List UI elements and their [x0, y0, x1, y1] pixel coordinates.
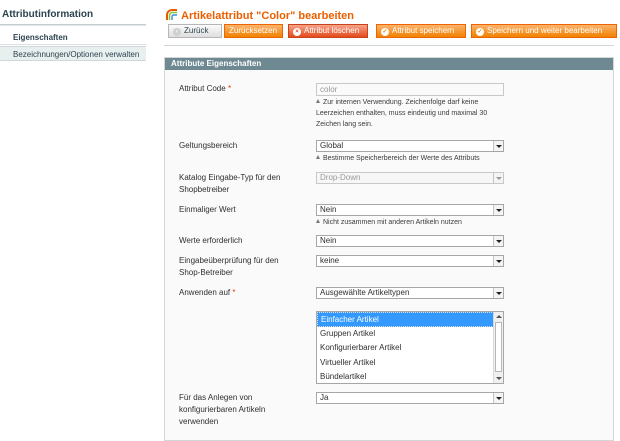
scroll-down-icon[interactable] — [496, 377, 502, 380]
apply-to-label: Anwenden auf * — [179, 287, 299, 299]
header-divider — [164, 45, 614, 46]
scope-label: Geltungsbereich — [179, 141, 238, 150]
input-type-select-value: Drop-Down — [320, 173, 361, 182]
configurable-select[interactable]: Ja — [316, 392, 504, 404]
required-select[interactable]: Nein — [316, 235, 504, 247]
attribute-code-note-text: Zur internen Verwendung. Zeichenfolge da… — [316, 99, 488, 128]
chevron-down-icon — [493, 173, 503, 183]
sidebar-item-bezeichnungen[interactable]: Bezeichnungen/Optionen verwalten — [0, 46, 146, 61]
attribute-properties-fieldset: Attribute Eigenschaften Attribut Code * … — [164, 57, 614, 441]
product-type-option[interactable]: Bündelartikel — [317, 370, 494, 385]
validation-label: Eingabeüberprüfung für den Shop-Betreibe… — [179, 256, 279, 277]
back-button-label: Zurück — [184, 26, 209, 35]
fieldset-title: Attribute Eigenschaften — [165, 58, 613, 70]
validation-select[interactable]: keine — [316, 255, 504, 267]
chevron-down-icon — [493, 141, 503, 151]
save-button-label: Attribut speichern — [392, 26, 455, 35]
save-continue-button[interactable]: ✓ Speichern und weiter bearbeiten — [471, 24, 617, 38]
input-type-select[interactable]: Drop-Down — [316, 172, 504, 184]
delete-icon: × — [293, 28, 301, 36]
unique-note: Nicht zusammen mit anderen Artikeln nutz… — [316, 217, 511, 228]
unique-note-text: Nicht zusammen mit anderen Artikeln nutz… — [323, 219, 462, 226]
required-select-value: Nein — [320, 236, 337, 245]
save-attribute-button[interactable]: ✓ Attribut speichern — [376, 24, 466, 38]
scope-note-text: Bestimme Speicherbereich der Werte des A… — [323, 155, 480, 162]
attribute-code-input[interactable] — [316, 83, 504, 96]
chevron-down-icon — [493, 236, 503, 246]
configurable-select-value: Ja — [320, 393, 329, 402]
product-type-option[interactable]: Konfigurierbarer Artikel — [317, 341, 494, 356]
attribute-icon — [166, 9, 177, 20]
sidebar-title: Attributinformation — [2, 9, 94, 20]
unique-label: Einmaliger Wert — [179, 205, 236, 214]
sidebar-item-eigenschaften[interactable]: Eigenschaften — [0, 30, 146, 45]
sidebar-divider — [0, 24, 146, 26]
delete-attribute-button[interactable]: × Attribut löschen — [288, 24, 368, 38]
unique-select[interactable]: Nein — [316, 204, 504, 216]
product-types-multiselect[interactable]: Einfacher Artikel Gruppen Artikel Konfig… — [316, 311, 504, 384]
check-icon: ✓ — [476, 28, 484, 36]
apply-to-select[interactable]: Ausgewählte Artikeltypen — [316, 287, 504, 299]
check-icon: ✓ — [381, 28, 389, 36]
reset-button-label: Zurücksetzen — [229, 26, 278, 35]
validation-select-value: keine — [320, 256, 340, 265]
page-title: Artikelattribut "Color" bearbeiten — [166, 9, 354, 22]
scope-select[interactable]: Global — [316, 140, 504, 152]
reset-button[interactable]: Zurücksetzen — [224, 24, 283, 38]
product-type-option[interactable]: Virtueller Artikel — [317, 356, 494, 371]
product-type-option[interactable]: Einfacher Artikel — [317, 312, 494, 327]
note-arrow-icon — [316, 219, 320, 223]
note-arrow-icon — [316, 155, 320, 159]
configurable-label: Für das Anlegen von konfigurierbaren Art… — [179, 393, 266, 426]
scope-note: Bestimme Speicherbereich der Werte des A… — [316, 153, 511, 164]
delete-button-label: Attribut löschen — [304, 26, 360, 35]
attribute-code-label: Attribut Code * — [179, 83, 299, 95]
chevron-down-icon — [493, 288, 503, 298]
arrow-left-icon: ‹ — [173, 28, 181, 36]
multiselect-scrollbar[interactable] — [493, 312, 503, 383]
apply-to-label-text: Anwenden auf — [179, 288, 231, 297]
attribute-code-label-text: Attribut Code — [179, 84, 226, 93]
sidebar: Attributinformation Eigenschaften Bezeic… — [0, 0, 148, 441]
required-mark: * — [227, 84, 232, 93]
input-type-label: Katalog Eingabe-Typ für den Shopbetreibe… — [179, 173, 281, 194]
attribute-code-note: Zur internen Verwendung. Zeichenfolge da… — [316, 97, 511, 130]
back-button[interactable]: ‹ Zurück — [168, 24, 222, 38]
chevron-down-icon — [493, 256, 503, 266]
note-arrow-icon — [316, 99, 320, 103]
scrollbar-thumb[interactable] — [495, 322, 502, 372]
save-continue-button-label: Speichern und weiter bearbeiten — [487, 26, 603, 35]
page-title-text: Artikelattribut "Color" bearbeiten — [181, 10, 355, 22]
apply-to-select-value: Ausgewählte Artikeltypen — [320, 288, 410, 297]
chevron-down-icon — [493, 393, 503, 403]
scope-select-value: Global — [320, 141, 344, 150]
chevron-down-icon — [493, 205, 503, 215]
required-label: Werte erforderlich — [179, 236, 243, 245]
product-type-option[interactable]: Gruppen Artikel — [317, 327, 494, 342]
required-mark: * — [232, 288, 236, 297]
scroll-up-icon[interactable] — [496, 315, 502, 318]
unique-select-value: Nein — [320, 205, 337, 214]
